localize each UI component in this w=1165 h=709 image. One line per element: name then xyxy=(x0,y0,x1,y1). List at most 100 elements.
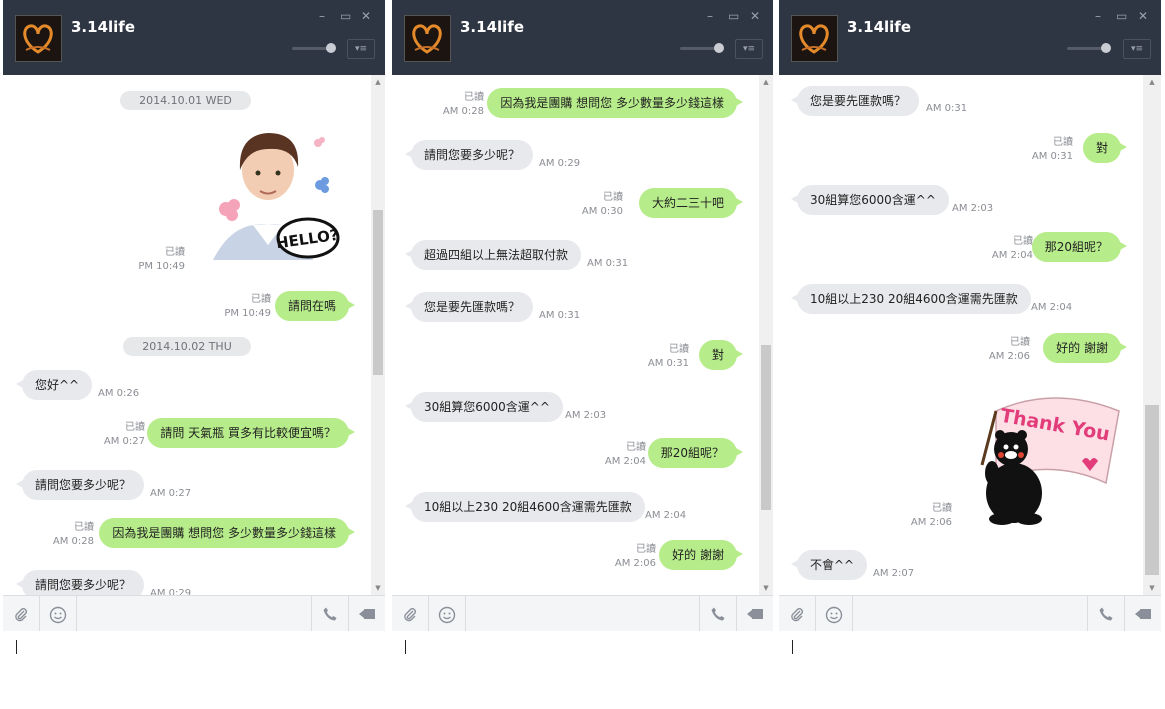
text-cursor xyxy=(405,640,406,654)
title-bar: 3.14life – ▭ ✕ ▾≡ xyxy=(3,0,385,75)
outgoing-message[interactable]: 因為我是團購 想問您 多少數量多少錢這樣 xyxy=(487,88,743,118)
message-input[interactable] xyxy=(779,631,1161,709)
title-bar: 3.14life – ▭ ✕ ▾≡ xyxy=(392,0,773,75)
scroll-up-arrow[interactable]: ▲ xyxy=(371,78,385,86)
message-input[interactable] xyxy=(3,631,385,709)
outgoing-message[interactable]: 好的 謝謝 xyxy=(1043,333,1127,363)
video-icon[interactable] xyxy=(1124,596,1161,631)
smiley-icon[interactable] xyxy=(40,596,77,631)
scroll-up-arrow[interactable]: ▲ xyxy=(1143,78,1161,86)
message-time: AM 0:26 xyxy=(98,388,140,399)
outgoing-message[interactable]: 對 xyxy=(1082,133,1128,163)
incoming-message[interactable]: 請問您要多少呢？ xyxy=(15,470,145,500)
outgoing-message[interactable]: 那20組呢？ xyxy=(1031,232,1128,262)
incoming-message[interactable]: 超過四組以上無法超取付款 xyxy=(404,240,582,270)
chat-title: 3.14life xyxy=(847,18,911,36)
message-time: AM 2:06 xyxy=(614,558,656,569)
scroll-up-arrow[interactable]: ▲ xyxy=(759,78,773,86)
hello-sticker: HELLO? xyxy=(208,125,348,274)
phone-icon[interactable] xyxy=(1087,596,1124,631)
read-receipt: 已讀 xyxy=(636,544,656,555)
chat-window-1: 3.14life – ▭ ✕ ▾≡ 2014.10.01 WED HELLO? … xyxy=(3,0,385,709)
close-button[interactable]: ✕ xyxy=(361,9,371,23)
volume-slider[interactable] xyxy=(292,43,336,53)
incoming-message[interactable]: 您是要先匯款嗎？ xyxy=(790,86,920,116)
paperclip-icon[interactable] xyxy=(3,596,40,631)
close-button[interactable]: ✕ xyxy=(750,9,760,23)
incoming-message[interactable]: 您好^^ xyxy=(15,370,93,400)
maximize-button[interactable]: ▭ xyxy=(1116,9,1127,23)
read-receipt: 已讀 xyxy=(626,442,646,453)
chat-title: 3.14life xyxy=(460,18,524,36)
message-time: AM 0:28 xyxy=(442,106,484,117)
close-button[interactable]: ✕ xyxy=(1138,9,1148,23)
incoming-message[interactable]: 請問您要多少呢？ xyxy=(15,570,145,595)
minimize-button[interactable]: – xyxy=(1095,9,1101,23)
scroll-down-arrow[interactable]: ▼ xyxy=(371,584,385,592)
message-time: AM 2:04 xyxy=(991,250,1033,261)
smiley-icon[interactable] xyxy=(429,596,466,631)
volume-slider[interactable] xyxy=(680,43,724,53)
smiley-icon[interactable] xyxy=(816,596,853,631)
minimize-button[interactable]: – xyxy=(707,9,713,23)
incoming-message[interactable]: 不會^^ xyxy=(790,550,868,580)
paperclip-icon[interactable] xyxy=(779,596,816,631)
outgoing-message[interactable]: 請問 天氣瓶 買多有比較便宜嗎？ xyxy=(147,418,355,448)
scrollbar[interactable]: ▲ ▼ xyxy=(371,75,385,595)
avatar[interactable] xyxy=(404,15,451,62)
slider-knob[interactable] xyxy=(1101,43,1111,53)
phone-icon[interactable] xyxy=(699,596,736,631)
incoming-message[interactable]: 30組算您6000含運^^ xyxy=(405,392,563,422)
outgoing-message[interactable]: 好的 謝謝 xyxy=(659,540,743,570)
menu-button[interactable]: ▾≡ xyxy=(735,39,763,59)
scroll-down-arrow[interactable]: ▼ xyxy=(1143,584,1161,592)
incoming-message[interactable]: 10組以上230 20組4600含運需先匯款 xyxy=(791,284,1031,314)
message-time: AM 2:06 xyxy=(988,351,1030,362)
outgoing-message[interactable]: 對 xyxy=(698,340,744,370)
incoming-message[interactable]: 30組算您6000含運^^ xyxy=(791,185,949,215)
title-bar: 3.14life – ▭ ✕ ▾≡ xyxy=(779,0,1161,75)
scrollbar-thumb[interactable] xyxy=(373,210,383,375)
video-icon[interactable] xyxy=(736,596,773,631)
minimize-button[interactable]: – xyxy=(319,9,325,23)
message-input[interactable] xyxy=(392,631,773,709)
scrollbar[interactable]: ▲ ▼ xyxy=(1143,75,1161,595)
read-receipt: 已讀 xyxy=(165,247,185,258)
scrollbar-thumb[interactable] xyxy=(761,345,771,510)
incoming-message[interactable]: 您是要先匯款嗎？ xyxy=(404,292,534,322)
video-icon[interactable] xyxy=(348,596,385,631)
read-receipt: 已讀 xyxy=(1010,337,1030,348)
avatar[interactable] xyxy=(15,15,62,62)
outgoing-message[interactable]: 大約二三十吧 xyxy=(638,188,744,218)
scrollbar-thumb[interactable] xyxy=(1145,405,1159,575)
avatar[interactable] xyxy=(791,15,838,62)
menu-button[interactable]: ▾≡ xyxy=(1123,39,1151,59)
message-list: 您是要先匯款嗎？ AM 0:31 對 已讀 AM 0:31 30組算您6000含… xyxy=(779,75,1143,595)
read-receipt: 已讀 xyxy=(251,294,271,305)
menu-button[interactable]: ▾≡ xyxy=(347,39,375,59)
maximize-button[interactable]: ▭ xyxy=(728,9,739,23)
input-toolbar xyxy=(392,595,773,632)
message-time: AM 2:04 xyxy=(604,456,646,467)
message-time: AM 2:03 xyxy=(952,203,994,214)
outgoing-message[interactable]: 那20組呢？ xyxy=(647,438,744,468)
paperclip-icon[interactable] xyxy=(392,596,429,631)
read-receipt: 已讀 xyxy=(603,192,623,203)
incoming-message[interactable]: 10組以上230 20組4600含運需先匯款 xyxy=(405,492,645,522)
read-receipt: 已讀 xyxy=(74,522,94,533)
message-time: AM 0:31 xyxy=(1031,151,1073,162)
volume-slider[interactable] xyxy=(1067,43,1111,53)
slider-knob[interactable] xyxy=(326,43,336,53)
scrollbar[interactable]: ▲ ▼ xyxy=(759,75,773,595)
message-time: AM 0:31 xyxy=(926,103,968,114)
maximize-button[interactable]: ▭ xyxy=(340,9,351,23)
message-time: AM 2:03 xyxy=(565,410,607,421)
incoming-message[interactable]: 請問您要多少呢？ xyxy=(404,140,534,170)
input-toolbar xyxy=(779,595,1161,632)
phone-icon[interactable] xyxy=(311,596,348,631)
scroll-down-arrow[interactable]: ▼ xyxy=(759,584,773,592)
slider-knob[interactable] xyxy=(714,43,724,53)
outgoing-message[interactable]: 因為我是團購 想問您 多少數量多少錢這樣 xyxy=(99,518,355,548)
outgoing-message[interactable]: 請問在嗎 xyxy=(274,291,356,321)
message-time: AM 0:31 xyxy=(539,310,581,321)
